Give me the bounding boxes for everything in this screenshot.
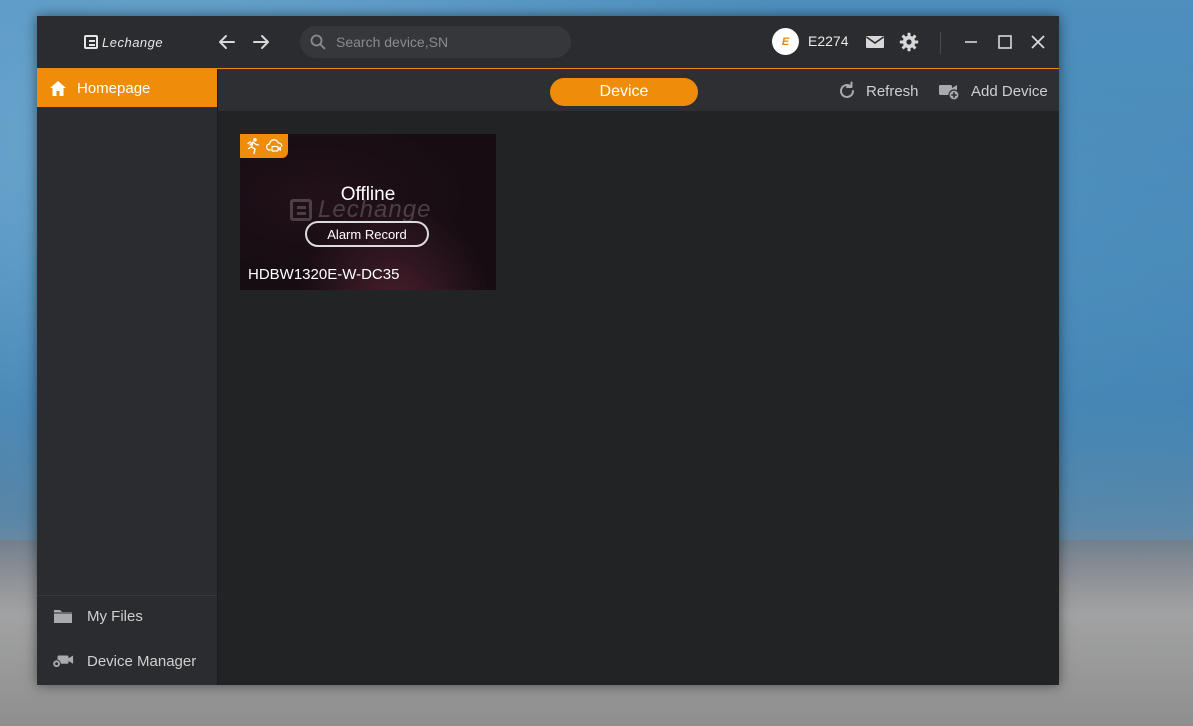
- close-icon: [1031, 35, 1045, 49]
- logo-mark-icon: [84, 35, 98, 49]
- device-grid: Lechange Offline Alarm Record HDBW1320E-…: [218, 111, 1059, 685]
- device-card[interactable]: Lechange Offline Alarm Record HDBW1320E-…: [240, 134, 496, 290]
- device-manager-icon: [52, 652, 74, 670]
- sidebar-item-label: My Files: [87, 607, 143, 625]
- cloud-record-icon: [266, 139, 283, 152]
- arrow-left-icon: [219, 35, 235, 49]
- alarm-record-button[interactable]: Alarm Record: [305, 221, 429, 247]
- home-icon: [49, 80, 67, 97]
- tab-device[interactable]: Device: [550, 78, 698, 106]
- sidebar-item-device-manager[interactable]: Device Manager: [37, 641, 217, 681]
- titlebar-separator: [940, 32, 941, 54]
- app-logo: Lechange: [84, 33, 163, 51]
- logo-text: Lechange: [102, 34, 164, 50]
- sidebar-item-homepage[interactable]: Homepage: [37, 69, 217, 107]
- maximize-icon: [998, 35, 1012, 49]
- back-button[interactable]: [215, 30, 239, 54]
- refresh-button[interactable]: Refresh: [837, 80, 919, 102]
- sidebar-item-label: Homepage: [77, 79, 151, 97]
- minimize-icon: [965, 41, 977, 43]
- arrow-right-icon: [253, 35, 269, 49]
- forward-button[interactable]: [249, 30, 273, 54]
- device-feature-badge: [240, 134, 288, 158]
- minimize-button[interactable]: [961, 32, 981, 52]
- close-button[interactable]: [1028, 32, 1048, 52]
- username-label[interactable]: E2274: [808, 33, 848, 49]
- refresh-label: Refresh: [866, 82, 919, 100]
- search-input[interactable]: [336, 26, 561, 58]
- refresh-icon: [837, 81, 857, 101]
- title-bar: Lechange E E2274: [37, 16, 1059, 69]
- avatar-letter: E: [781, 35, 790, 48]
- settings-button[interactable]: [899, 32, 919, 52]
- motion-detect-icon: [247, 138, 260, 155]
- content-toolbar: Device Refresh Add Device: [218, 69, 1059, 111]
- device-name: HDBW1320E-W-DC35: [248, 266, 400, 283]
- avatar[interactable]: E: [772, 28, 799, 55]
- sidebar-item-my-files[interactable]: My Files: [37, 596, 217, 636]
- search-icon: [310, 34, 326, 50]
- device-status: Offline: [340, 184, 396, 205]
- app-window: Lechange E E2274: [37, 16, 1059, 685]
- mail-icon: [866, 36, 884, 48]
- sidebar-item-label: Device Manager: [87, 652, 197, 670]
- folder-icon: [52, 608, 74, 624]
- add-camera-icon: [938, 81, 962, 101]
- sidebar: Homepage My Files Device Manager: [37, 69, 218, 685]
- gear-icon: [899, 32, 919, 52]
- add-device-label: Add Device: [971, 82, 1048, 100]
- maximize-button[interactable]: [995, 32, 1015, 52]
- add-device-button[interactable]: Add Device: [938, 80, 1048, 102]
- message-button[interactable]: [865, 32, 885, 52]
- search-box: [300, 26, 571, 58]
